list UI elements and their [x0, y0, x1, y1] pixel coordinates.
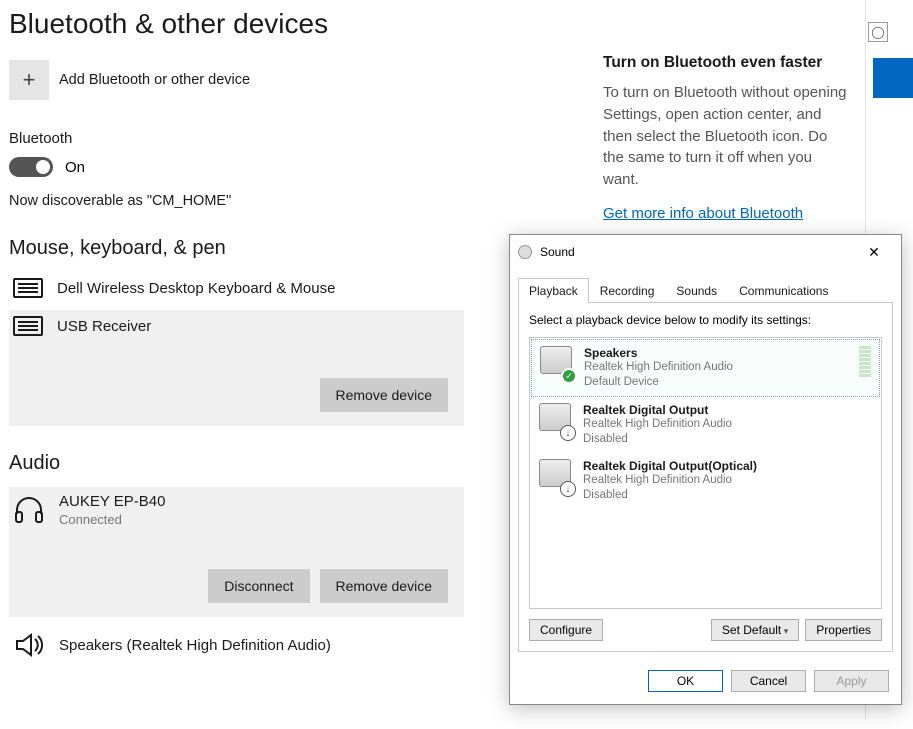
- remove-device-button[interactable]: Remove device: [320, 378, 449, 412]
- device-name: AUKEY EP-B40: [59, 493, 165, 510]
- add-device-label: Add Bluetooth or other device: [59, 72, 250, 88]
- apply-button[interactable]: Apply: [814, 670, 889, 692]
- remove-device-button[interactable]: Remove device: [320, 569, 449, 603]
- instruction-text: Select a playback device below to modify…: [529, 313, 882, 327]
- sound-dialog: Sound ✕ Playback Recording Sounds Commun…: [509, 234, 902, 705]
- set-default-button[interactable]: Set Default: [711, 619, 799, 641]
- device-item-usb-receiver[interactable]: USB Receiver Remove device: [9, 310, 464, 426]
- help-body: To turn on Bluetooth without opening Set…: [603, 82, 848, 191]
- sound-icon: [518, 245, 532, 259]
- playback-item-digital[interactable]: ↓ Realtek Digital Output Realtek High De…: [531, 397, 880, 453]
- plus-icon[interactable]: +: [9, 60, 49, 100]
- tab-playback[interactable]: Playback: [518, 278, 589, 303]
- device-driver: Realtek High Definition Audio: [583, 417, 732, 432]
- ok-button[interactable]: OK: [648, 670, 723, 692]
- device-driver: Realtek High Definition Audio: [583, 473, 757, 488]
- device-name: Speakers (Realtek High Definition Audio): [59, 637, 331, 654]
- dialog-title: Sound: [540, 245, 855, 259]
- page-title: Bluetooth & other devices: [9, 8, 859, 40]
- headset-icon: [13, 494, 45, 526]
- device-name: Realtek Digital Output(Optical): [583, 459, 757, 473]
- bluetooth-toggle[interactable]: [9, 157, 53, 177]
- properties-button[interactable]: Properties: [805, 619, 882, 641]
- search-glyph-box[interactable]: ◯: [868, 22, 888, 42]
- tab-recording[interactable]: Recording: [589, 278, 666, 303]
- tab-sounds[interactable]: Sounds: [665, 278, 728, 303]
- configure-button[interactable]: Configure: [529, 619, 603, 641]
- device-status: Connected: [59, 512, 165, 527]
- device-status: Default Device: [584, 375, 733, 390]
- device-name: USB Receiver: [57, 318, 151, 335]
- app-accent-button[interactable]: [873, 58, 913, 98]
- device-driver: Realtek High Definition Audio: [584, 360, 733, 375]
- playback-item-speakers[interactable]: ✓ Speakers Realtek High Definition Audio…: [531, 339, 880, 397]
- bluetooth-toggle-state: On: [65, 159, 85, 176]
- level-meter-icon: [859, 346, 871, 377]
- device-item-headset[interactable]: AUKEY EP-B40 Connected Disconnect Remove…: [9, 487, 464, 617]
- tab-strip: Playback Recording Sounds Communications: [518, 277, 893, 303]
- device-icon: ✓: [540, 346, 574, 380]
- dialog-titlebar[interactable]: Sound ✕: [510, 235, 901, 269]
- keyboard-icon: [13, 278, 43, 298]
- device-icon: ↓: [539, 403, 573, 437]
- close-icon[interactable]: ✕: [855, 241, 893, 263]
- device-icon: ↓: [539, 459, 573, 493]
- device-status: Disabled: [583, 432, 732, 447]
- device-item-speakers[interactable]: Speakers (Realtek High Definition Audio): [9, 623, 464, 667]
- help-heading: Turn on Bluetooth even faster: [603, 54, 848, 72]
- cancel-button[interactable]: Cancel: [731, 670, 806, 692]
- playback-device-list[interactable]: ✓ Speakers Realtek High Definition Audio…: [529, 337, 882, 609]
- help-panel: Turn on Bluetooth even faster To turn on…: [603, 54, 848, 223]
- device-status: Disabled: [583, 488, 757, 503]
- tab-communications[interactable]: Communications: [728, 278, 839, 303]
- playback-item-digital-optical[interactable]: ↓ Realtek Digital Output(Optical) Realte…: [531, 453, 880, 509]
- device-name: Dell Wireless Desktop Keyboard & Mouse: [57, 280, 335, 297]
- help-link[interactable]: Get more info about Bluetooth: [603, 205, 803, 222]
- device-item-keyboard[interactable]: Dell Wireless Desktop Keyboard & Mouse: [9, 272, 464, 304]
- keyboard-icon: [13, 316, 43, 336]
- playback-pane: Select a playback device below to modify…: [518, 303, 893, 652]
- speaker-icon: [13, 629, 45, 661]
- device-name: Speakers: [584, 346, 733, 360]
- disconnect-button[interactable]: Disconnect: [208, 569, 309, 603]
- device-name: Realtek Digital Output: [583, 403, 732, 417]
